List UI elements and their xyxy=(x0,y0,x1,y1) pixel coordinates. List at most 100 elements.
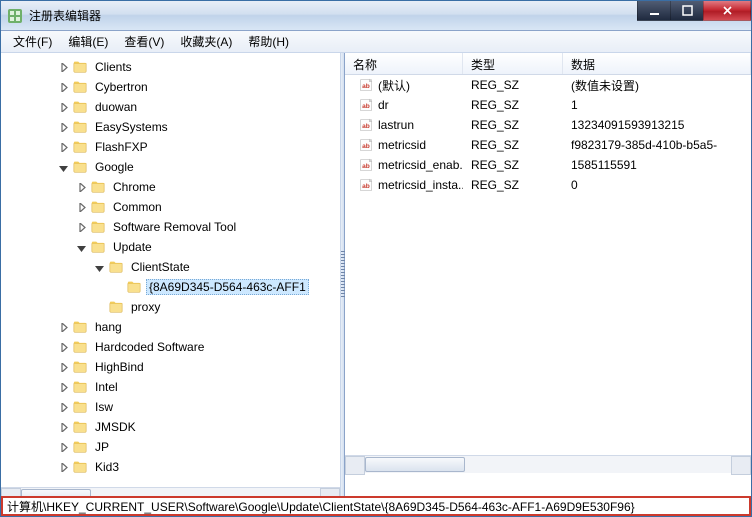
string-value-icon xyxy=(359,158,374,173)
value-data: 1 xyxy=(563,97,751,113)
content-area: Clients CybertronduowanEasySystems FlashFX… xyxy=(1,53,751,496)
tree-pane[interactable]: Clients CybertronduowanEasySystems FlashFX… xyxy=(1,53,341,496)
tree-item[interactable]: duowan xyxy=(3,97,338,117)
value-row[interactable]: dr REG_SZ1 xyxy=(345,95,751,115)
tree-item[interactable]: Cybertron xyxy=(3,77,338,97)
tree-item-label: Update xyxy=(110,239,155,255)
tree-item-label: HighBind xyxy=(92,359,147,375)
tree-item-label: hang xyxy=(92,319,125,335)
chevron-right-icon[interactable] xyxy=(57,461,70,474)
scrollbar-thumb[interactable] xyxy=(21,489,91,496)
tree-item-label: JP xyxy=(92,439,112,455)
chevron-right-icon[interactable] xyxy=(57,321,70,334)
col-header-type[interactable]: 类型 xyxy=(463,53,563,74)
list-pane[interactable]: 名称 类型 数据 (默认)REG_SZ(数值未设置)drREG_SZ1lastr… xyxy=(345,53,751,496)
status-path: 计算机\HKEY_CURRENT_USER\Software\Google\Up… xyxy=(7,498,635,515)
tree-item[interactable]: proxy xyxy=(3,297,338,317)
tree-item[interactable]: Common xyxy=(3,197,338,217)
chevron-right-icon[interactable] xyxy=(57,421,70,434)
chevron-right-icon[interactable] xyxy=(57,341,70,354)
title-bar[interactable]: 注册表编辑器 xyxy=(1,1,751,31)
string-value-icon xyxy=(359,78,374,93)
value-data: f9823179-385d-410b-b5a5- xyxy=(563,137,751,153)
value-type: REG_SZ xyxy=(463,177,563,193)
tree-item-label: Hardcoded Software xyxy=(92,339,207,355)
menu-file[interactable]: 文件(F) xyxy=(5,30,60,53)
tree-item-label: {8A69D345-D564-463c-AFF1 xyxy=(146,279,309,295)
value-row[interactable]: metricsid_insta...REG_SZ0 xyxy=(345,175,751,195)
value-name: metricsid_insta... xyxy=(378,178,463,192)
tree-item-label: Chrome xyxy=(110,179,159,195)
string-value-icon xyxy=(359,118,374,133)
tree-item-label: Google xyxy=(92,159,137,175)
chevron-down-icon[interactable] xyxy=(75,241,88,254)
value-row[interactable]: lastrunREG_SZ13234091593913215 xyxy=(345,115,751,135)
chevron-right-icon[interactable] xyxy=(57,441,70,454)
tree-item-label: Intel xyxy=(92,379,121,395)
tree-item[interactable]: Software Removal Tool xyxy=(3,217,338,237)
close-button[interactable] xyxy=(703,1,751,21)
value-name: lastrun xyxy=(378,118,414,132)
chevron-right-icon[interactable] xyxy=(57,61,70,74)
value-row[interactable]: (默认)REG_SZ(数值未设置) xyxy=(345,75,751,95)
tree-item[interactable]: Google xyxy=(3,157,338,177)
string-value-icon xyxy=(359,178,374,193)
tree-item[interactable]: JP xyxy=(3,437,338,457)
chevron-right-icon[interactable] xyxy=(75,181,88,194)
list-hscroll[interactable] xyxy=(345,455,751,473)
tree-item[interactable]: Kid3 xyxy=(3,457,338,477)
chevron-right-icon[interactable] xyxy=(57,101,70,114)
tree-item-label: JMSDK xyxy=(92,419,139,435)
menu-edit[interactable]: 编辑(E) xyxy=(60,30,116,53)
chevron-right-icon[interactable] xyxy=(57,81,70,94)
col-header-name[interactable]: 名称 xyxy=(345,53,463,74)
menu-favorites[interactable]: 收藏夹(A) xyxy=(172,30,240,53)
chevron-right-icon[interactable] xyxy=(57,141,70,154)
chevron-down-icon[interactable] xyxy=(93,261,106,274)
tree-item[interactable]: hang xyxy=(3,317,338,337)
scrollbar-thumb[interactable] xyxy=(365,457,465,472)
chevron-right-icon[interactable] xyxy=(75,221,88,234)
tree-item[interactable]: JMSDK xyxy=(3,417,338,437)
tree-hscroll[interactable] xyxy=(1,487,340,496)
menu-view[interactable]: 查看(V) xyxy=(116,30,172,53)
value-type: REG_SZ xyxy=(463,137,563,153)
tree-item[interactable]: HighBind xyxy=(3,357,338,377)
maximize-button[interactable] xyxy=(670,1,704,21)
tree-item-label: Clients xyxy=(92,59,135,75)
status-bar: 计算机\HKEY_CURRENT_USER\Software\Google\Up… xyxy=(1,496,751,516)
tree-item[interactable]: {8A69D345-D564-463c-AFF1 xyxy=(3,277,338,297)
tree-item[interactable]: Hardcoded Software xyxy=(3,337,338,357)
value-row[interactable]: metricsid_enab...REG_SZ1585115591 xyxy=(345,155,751,175)
value-data: (数值未设置) xyxy=(563,76,751,95)
tree-item-label: FlashFXP xyxy=(92,139,151,155)
value-name: dr xyxy=(378,98,389,112)
tree-item[interactable]: FlashFXP xyxy=(3,137,338,157)
tree-item[interactable]: EasySystems xyxy=(3,117,338,137)
minimize-button[interactable] xyxy=(637,1,671,21)
tree-item[interactable]: Chrome xyxy=(3,177,338,197)
chevron-right-icon[interactable] xyxy=(57,361,70,374)
value-name: metricsid xyxy=(378,138,426,152)
menu-help[interactable]: 帮助(H) xyxy=(240,30,297,53)
col-header-data[interactable]: 数据 xyxy=(563,53,751,74)
tree-item[interactable]: Clients xyxy=(3,57,338,77)
tree-item[interactable]: Update xyxy=(3,237,338,257)
value-row[interactable]: metricsid REG_SZf9823179-385d-410b-b5a5- xyxy=(345,135,751,155)
tree-item[interactable]: Intel xyxy=(3,377,338,397)
tree-item[interactable]: Isw xyxy=(3,397,338,417)
string-value-icon xyxy=(359,138,374,153)
string-value-icon xyxy=(359,98,374,113)
chevron-right-icon[interactable] xyxy=(75,201,88,214)
value-name: metricsid_enab... xyxy=(378,158,463,172)
value-data: 13234091593913215 xyxy=(563,117,751,133)
chevron-right-icon[interactable] xyxy=(57,381,70,394)
chevron-right-icon[interactable] xyxy=(57,401,70,414)
value-type: REG_SZ xyxy=(463,97,563,113)
value-data: 0 xyxy=(563,177,751,193)
registry-tree: Clients CybertronduowanEasySystems FlashFX… xyxy=(1,53,340,487)
chevron-down-icon[interactable] xyxy=(57,161,70,174)
tree-item-label: ClientState xyxy=(128,259,193,275)
chevron-right-icon[interactable] xyxy=(57,121,70,134)
tree-item[interactable]: ClientState xyxy=(3,257,338,277)
